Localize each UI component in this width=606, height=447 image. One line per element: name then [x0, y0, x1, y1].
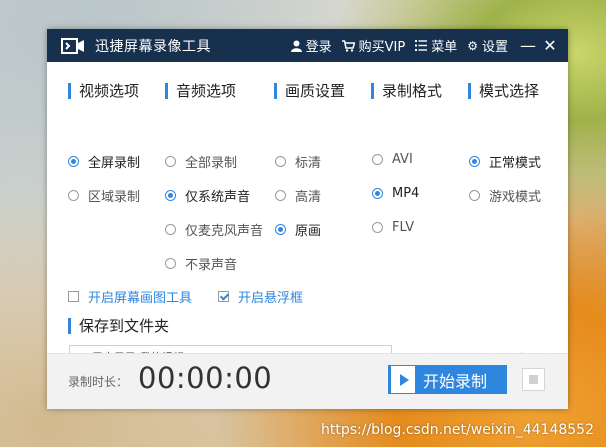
radio-fullscreen-record[interactable]: 全屏录制: [68, 152, 140, 171]
radio-label: FLV: [392, 220, 415, 235]
radio-label: 全屏录制: [88, 156, 141, 171]
radio-indicator: [68, 190, 79, 201]
radio-indicator: [469, 190, 480, 201]
radio-indicator: [469, 156, 480, 167]
radio-system-audio-only[interactable]: 仅系统声音: [165, 186, 250, 205]
checkbox-label: 开启屏幕画图工具: [88, 291, 193, 306]
radio-label: 游戏模式: [489, 190, 542, 205]
buy-vip-button[interactable]: 购买VIP: [341, 36, 406, 55]
gear-icon: ⚙: [467, 38, 478, 53]
cart-icon: [341, 39, 355, 52]
radio-label: 仅麦克风声音: [185, 224, 264, 239]
record-footer: 录制时长： 00:00:00 开始录制: [47, 353, 568, 409]
radio-indicator: [165, 258, 176, 269]
list-icon: [415, 40, 428, 51]
settings-button[interactable]: ⚙ 设置: [467, 36, 508, 56]
radio-label: 标清: [295, 156, 322, 171]
radio-format-flv[interactable]: FLV: [372, 220, 414, 235]
radio-quality-hd[interactable]: 高清: [275, 186, 321, 205]
quality-settings-heading: 画质设置: [274, 83, 345, 99]
radio-label: 仅系统声音: [185, 190, 251, 205]
audio-options-heading: 音频选项: [165, 83, 236, 99]
recorder-window: 迅捷屏幕录像工具 登录 购买VIP 菜单 ⚙ 设置 — ✕ 视频选项 音频选项 …: [47, 29, 568, 409]
stop-icon: [529, 375, 538, 384]
checkbox-float-window[interactable]: 开启悬浮框: [218, 287, 303, 306]
radio-normal-mode[interactable]: 正常模式: [469, 152, 541, 171]
mode-select-heading: 模式选择: [468, 83, 539, 99]
radio-game-mode[interactable]: 游戏模式: [469, 186, 541, 205]
radio-indicator: [165, 156, 176, 167]
radio-mic-audio-only[interactable]: 仅麦克风声音: [165, 220, 263, 239]
radio-indicator: [372, 154, 383, 165]
radio-indicator: [275, 190, 286, 201]
watermark-text: https://blog.csdn.net/weixin_44148552: [320, 422, 594, 438]
radio-indicator: [372, 188, 383, 199]
radio-record-all-audio[interactable]: 全部录制: [165, 152, 237, 171]
app-title: 迅捷屏幕录像工具: [95, 38, 211, 55]
record-timer: 00:00:00: [138, 361, 273, 395]
radio-label: AVI: [392, 152, 413, 167]
play-icon: [390, 365, 416, 394]
radio-format-avi[interactable]: AVI: [372, 152, 413, 167]
radio-format-mp4[interactable]: MP4: [372, 186, 419, 201]
radio-indicator: [165, 224, 176, 235]
radio-label: 原画: [295, 224, 322, 239]
radio-quality-original[interactable]: 原画: [275, 220, 321, 239]
start-record-label: 开始录制: [423, 371, 488, 391]
radio-label: 全部录制: [185, 156, 238, 171]
settings-panel: 视频选项 音频选项 画质设置 录制格式 模式选择 全屏录制 区域录制 全部录制 …: [47, 62, 568, 368]
radio-indicator: [275, 224, 286, 235]
radio-quality-sd[interactable]: 标清: [275, 152, 321, 171]
checkbox-indicator: [68, 291, 79, 302]
title-bar: 迅捷屏幕录像工具 登录 购买VIP 菜单 ⚙ 设置 — ✕: [47, 29, 568, 62]
radio-region-record[interactable]: 区域录制: [68, 186, 140, 205]
radio-label: 正常模式: [489, 156, 542, 171]
radio-indicator: [165, 190, 176, 201]
login-label: 登录: [305, 40, 332, 55]
radio-indicator: [68, 156, 79, 167]
duration-label: 录制时长：: [68, 375, 129, 389]
save-folder-heading: 保存到文件夹: [68, 318, 169, 334]
radio-no-audio[interactable]: 不录声音: [165, 254, 237, 273]
menu-button[interactable]: 菜单: [415, 36, 457, 55]
record-format-heading: 录制格式: [371, 83, 442, 99]
login-button[interactable]: 登录: [290, 36, 332, 55]
settings-label: 设置: [481, 40, 508, 55]
close-button[interactable]: ✕: [540, 36, 560, 55]
buy-vip-label: 购买VIP: [358, 40, 406, 55]
checkbox-label: 开启悬浮框: [238, 291, 304, 306]
checkbox-indicator: [218, 291, 229, 302]
video-options-heading: 视频选项: [68, 83, 139, 99]
video-camera-logo-icon: [61, 37, 84, 54]
radio-indicator: [372, 222, 383, 233]
radio-indicator: [275, 156, 286, 167]
stop-button[interactable]: [522, 368, 545, 391]
radio-label: MP4: [392, 186, 420, 201]
menu-label: 菜单: [431, 40, 458, 55]
radio-label: 不录声音: [185, 258, 238, 273]
radio-label: 高清: [295, 190, 322, 205]
user-icon: [290, 40, 302, 52]
start-record-button[interactable]: 开始录制: [388, 365, 507, 394]
minimize-button[interactable]: —: [518, 36, 538, 55]
checkbox-drawing-tool[interactable]: 开启屏幕画图工具: [68, 287, 192, 306]
radio-label: 区域录制: [88, 190, 141, 205]
